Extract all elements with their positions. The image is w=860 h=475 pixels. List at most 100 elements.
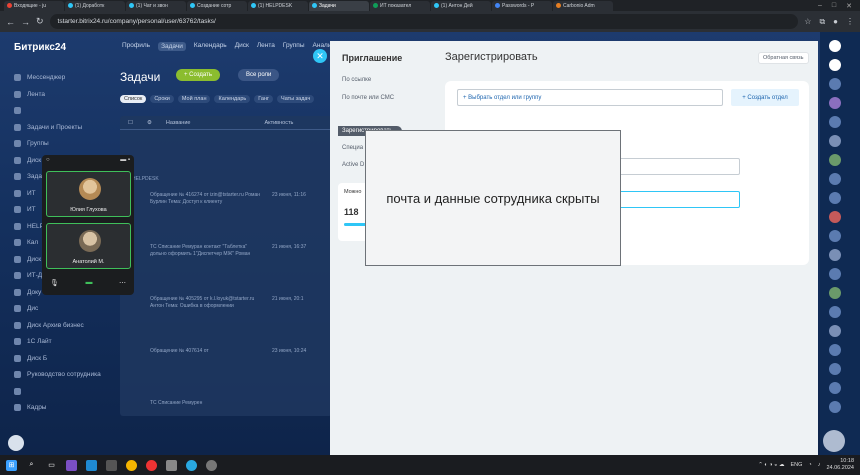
search-icon[interactable]: ⌕ <box>26 460 37 471</box>
view-tab[interactable]: Календарь <box>214 95 251 103</box>
sidebar-item[interactable]: Кадры <box>14 404 46 411</box>
top-menu-item[interactable]: Группы <box>283 42 305 51</box>
url-field[interactable]: tstarter.bitrix24.ru/company/personal/us… <box>49 14 799 29</box>
right-sidebar-avatar-icon[interactable] <box>829 40 841 52</box>
sidebar-item[interactable]: Диск Б <box>14 354 47 362</box>
sidebar-item[interactable]: HELP <box>14 222 44 230</box>
view-tab[interactable]: Мой план <box>177 95 211 103</box>
browser-tab[interactable]: (1) HELPDESK <box>248 0 308 11</box>
right-sidebar-avatar-icon[interactable] <box>829 230 841 242</box>
task-row-title[interactable]: ТС Списание Ремурен <box>150 400 260 407</box>
invite-menu-by-link[interactable]: По ссылке <box>342 77 371 83</box>
browser-tab[interactable]: Carbonio Adm <box>553 0 613 11</box>
task-row-title[interactable]: Обращение № 407614 от <box>150 348 260 355</box>
right-sidebar-avatar-icon[interactable] <box>829 363 841 375</box>
sidebar-item[interactable]: Диск <box>14 255 41 263</box>
browser-tab[interactable]: Задачи <box>309 0 369 11</box>
clock[interactable]: 10:18 24.06.2024 <box>826 458 854 472</box>
telegram-icon[interactable] <box>186 459 197 471</box>
language-indicator[interactable]: ENG <box>790 462 802 468</box>
right-sidebar-avatar-icon[interactable] <box>829 97 841 109</box>
app-icon[interactable] <box>106 459 117 471</box>
help-icon[interactable] <box>8 435 24 451</box>
create-department-button[interactable]: + Создать отдел <box>731 89 799 106</box>
right-sidebar-avatar-icon[interactable] <box>829 344 841 356</box>
top-menu-item[interactable]: Профиль <box>122 42 150 51</box>
screen-share-icon[interactable]: ▬ <box>85 279 92 287</box>
video-call-window[interactable]: ○ ▬ ▪ Юлия Глухова Анатолий М. 🎙 ▬ ⋯ <box>42 155 134 295</box>
view-tab[interactable]: Ганг <box>254 95 274 103</box>
right-sidebar-avatar-icon[interactable] <box>829 192 841 204</box>
right-sidebar-avatar-icon[interactable] <box>829 78 841 90</box>
browser-tab[interactable]: (1) Антон Дей <box>431 0 491 11</box>
chrome-active-icon[interactable] <box>206 459 217 471</box>
extensions-icon[interactable]: ⧉ <box>819 17 825 27</box>
sidebar-item[interactable]: Кал <box>14 239 38 246</box>
task-row-title[interactable]: Обращение № 405295 от k.l.loyuk@tstarter… <box>150 296 260 310</box>
yandex-browser-icon[interactable] <box>146 459 157 471</box>
top-menu-item[interactable]: Задачи <box>158 42 186 51</box>
sidebar-item[interactable]: ИТ <box>14 206 36 213</box>
select-all-checkbox[interactable]: ☐ <box>128 120 133 126</box>
right-sidebar-avatar-icon[interactable] <box>829 154 841 166</box>
department-select-input[interactable]: + Выбрать отдел или группу <box>457 89 723 106</box>
chrome-icon[interactable] <box>126 459 137 471</box>
settings-gear-icon[interactable]: ⚙ <box>147 120 152 126</box>
minimize-icon[interactable]: – <box>818 2 822 10</box>
chat-bubble-icon[interactable] <box>823 430 845 452</box>
browser-tab[interactable]: Passwords - P <box>492 0 552 11</box>
right-sidebar-avatar-icon[interactable] <box>829 401 841 413</box>
forward-icon[interactable]: → <box>21 17 30 27</box>
browser-tab[interactable]: (1) Чат и звон <box>126 0 186 11</box>
sidebar-item[interactable]: Диск Архив бизнес <box>14 321 84 329</box>
sidebar-item[interactable]: 1С Лайт <box>14 338 52 345</box>
browser-tab[interactable]: (1) Доработк <box>65 0 125 11</box>
window-controls[interactable]: – □ ✕ <box>818 2 860 10</box>
invite-menu-by-email[interactable]: По почте или СМС <box>342 95 394 101</box>
right-sidebar-avatar-icon[interactable] <box>829 268 841 280</box>
column-header-title[interactable]: Название <box>166 120 191 126</box>
browser-tab[interactable]: ИТ показател <box>370 0 430 11</box>
participant-tile[interactable]: Анатолий М. <box>46 223 131 269</box>
column-header-activity[interactable]: Активность <box>264 120 293 126</box>
wifi-icon[interactable]: ◔ <box>808 462 811 468</box>
vscode-icon[interactable] <box>86 459 97 471</box>
right-sidebar-avatar-icon[interactable] <box>829 173 841 185</box>
invite-menu-special[interactable]: Специа <box>342 145 363 151</box>
create-task-button[interactable]: + Создать <box>176 69 220 81</box>
close-slider-icon[interactable]: ✕ <box>313 49 327 63</box>
bookmark-star-icon[interactable]: ☆ <box>804 17 811 27</box>
sidebar-item[interactable]: Диск <box>14 156 41 164</box>
right-sidebar-avatar-icon[interactable] <box>829 135 841 147</box>
view-tab[interactable]: Чаты задач <box>277 95 315 103</box>
microphone-icon[interactable]: 🎙 <box>50 279 59 287</box>
brand-logo[interactable]: Битрикс24 <box>14 42 66 53</box>
sidebar-item[interactable] <box>14 107 27 114</box>
browser-tab[interactable]: Входящие - ju <box>4 0 64 11</box>
start-icon[interactable]: ⊞ <box>6 459 17 471</box>
sidebar-item[interactable]: ИТ-Д <box>14 272 42 279</box>
tray-icons[interactable]: ⌃ ◐ ◑ ◒ ☁ <box>758 462 784 468</box>
right-sidebar-avatar-icon[interactable] <box>829 306 841 318</box>
back-icon[interactable]: ← <box>6 17 15 27</box>
more-options-icon[interactable]: ⋯ <box>119 279 126 287</box>
task-row-title[interactable]: Обращение № 416274 от izin@tstarter.ru Р… <box>150 192 260 206</box>
right-sidebar-avatar-icon[interactable] <box>829 211 841 223</box>
view-tab[interactable]: Список <box>120 95 147 103</box>
task-view-icon[interactable]: ▭ <box>46 460 57 471</box>
employee-field-focused[interactable] <box>615 191 740 208</box>
invite-menu-active-directory[interactable]: Active D <box>342 162 364 168</box>
sidebar-item[interactable]: Группы <box>14 140 49 147</box>
reload-icon[interactable]: ↻ <box>36 16 44 27</box>
participant-tile[interactable]: Юлия Глухова <box>46 171 131 217</box>
sidebar-item[interactable]: Доку <box>14 288 41 296</box>
sidebar-item[interactable]: Мессенджер <box>14 74 65 81</box>
right-sidebar-avatar-icon[interactable] <box>829 382 841 394</box>
view-tab[interactable]: Сроки <box>150 95 174 103</box>
sidebar-item[interactable]: Руководство сотрудника <box>14 371 101 378</box>
role-filter-button[interactable]: Все роли <box>238 69 280 81</box>
right-sidebar-avatar-icon[interactable] <box>829 287 841 299</box>
sidebar-item[interactable] <box>14 387 27 395</box>
close-window-icon[interactable]: ✕ <box>846 2 852 10</box>
top-menu-item[interactable]: Календарь <box>194 42 227 51</box>
